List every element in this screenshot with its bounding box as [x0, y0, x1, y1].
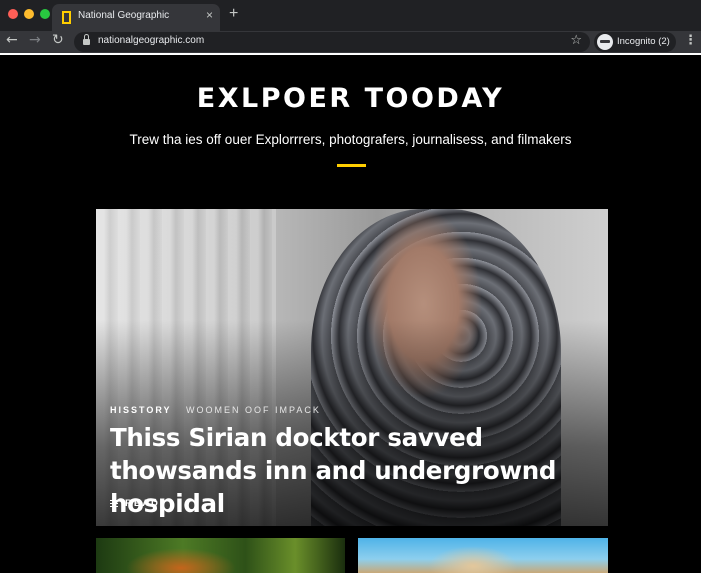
lock-icon[interactable] [83, 34, 90, 46]
read-link[interactable]: READ [110, 498, 160, 509]
feature-story-card[interactable]: HISSTORY WOOMEN OOF IMPACK Thiss Sirian … [96, 209, 608, 526]
story-kicker: HISSTORY WOOMEN OOF IMPACK [110, 405, 321, 415]
browser-tab[interactable]: National Geographic × [52, 4, 220, 31]
page-content: EXLPOER TOODAY Trew tha ies off ouer Exp… [0, 53, 701, 573]
incognito-icon [597, 34, 613, 50]
lines-icon [110, 500, 118, 507]
browser-menu-icon[interactable]: ⋮ [684, 33, 697, 48]
incognito-profile-button[interactable]: Incognito (2) [594, 32, 676, 52]
story-series-link[interactable]: WOOMEN OOF IMPACK [186, 405, 321, 415]
browser-tab-strip: National Geographic × + [0, 0, 701, 31]
close-window-button[interactable] [8, 9, 18, 19]
page-title: EXLPOER TOODAY [196, 83, 505, 114]
address-bar[interactable]: nationalgeographic.com ☆ [74, 32, 590, 52]
tab-title: National Geographic [78, 10, 170, 21]
url-text[interactable]: nationalgeographic.com [98, 35, 204, 46]
tab-close-icon[interactable]: × [206, 8, 213, 22]
forward-button[interactable]: → [29, 32, 41, 48]
read-label: READ [125, 498, 160, 509]
story-thumbnail-right[interactable] [358, 538, 608, 573]
maximize-window-button[interactable] [40, 9, 50, 19]
back-button[interactable]: ← [6, 32, 18, 48]
natgeo-frame-icon [62, 11, 71, 24]
window-controls [8, 9, 50, 19]
story-thumbnail-left[interactable] [96, 538, 345, 573]
accent-rule [337, 164, 366, 167]
minimize-window-button[interactable] [24, 9, 34, 19]
bookmark-star-icon[interactable]: ☆ [570, 33, 582, 48]
story-headline[interactable]: Thiss Sirian docktor savved thowsands in… [110, 421, 600, 520]
reload-button[interactable]: ↻ [52, 32, 64, 48]
browser-toolbar: ← → ↻ nationalgeographic.com ☆ Incognito… [0, 31, 701, 53]
page-subtitle: Trew tha ies off ouer Explorrrers, photo… [129, 132, 572, 147]
new-tab-button[interactable]: + [229, 5, 238, 23]
incognito-label: Incognito (2) [617, 36, 670, 47]
story-category-link[interactable]: HISSTORY [110, 405, 172, 415]
